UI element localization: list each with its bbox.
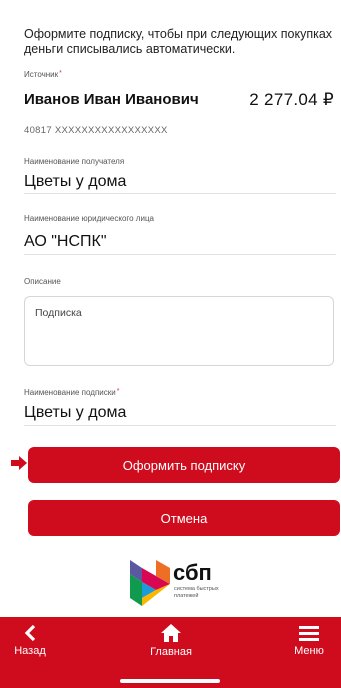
arrow-right-icon <box>11 456 27 470</box>
nav-home-label: Главная <box>150 646 192 658</box>
source-label-text: Источник <box>24 70 59 79</box>
nav-back-button[interactable]: Назад <box>8 624 52 657</box>
source-label: Источник* <box>24 70 62 79</box>
subscription-name-field[interactable]: Цветы у дома <box>24 404 336 422</box>
sbp-logo-mark <box>130 560 170 606</box>
recipient-field: Цветы у дома <box>24 173 127 190</box>
description-text: Подписка <box>35 307 82 319</box>
divider <box>24 193 336 194</box>
required-mark: * <box>116 388 120 395</box>
sbp-tagline-line-1: система быстрых <box>174 586 219 592</box>
description-textarea[interactable]: Подписка <box>24 296 334 366</box>
divider <box>24 254 336 255</box>
nav-menu-button[interactable]: Меню <box>287 625 331 657</box>
divider <box>24 425 336 426</box>
sbp-logo-name: сбп <box>173 560 212 585</box>
description-label: Описание <box>24 277 61 286</box>
source-account-holder[interactable]: Иванов Иван Иванович <box>24 91 199 108</box>
home-indicator <box>120 679 220 683</box>
subscription-name-label: Наименование подписки* <box>24 388 119 397</box>
required-mark: * <box>59 70 62 77</box>
nav-menu-label: Меню <box>294 645 324 657</box>
sbp-logo: сбп система быстрых платежей <box>128 558 238 610</box>
home-icon <box>161 624 181 642</box>
subscribe-button[interactable]: Оформить подписку <box>28 447 340 483</box>
source-balance: 2 277.04 ₽ <box>249 90 334 109</box>
legal-entity-field: АО "НСПК" <box>24 233 107 250</box>
recipient-label: Наименование получателя <box>24 157 125 166</box>
intro-text: Оформите подписку, чтобы при следующих п… <box>24 27 333 56</box>
sbp-tagline-line-2: платежей <box>174 592 199 599</box>
chevron-left-icon <box>24 624 36 642</box>
sbp-logo-tagline: система быстрых платежей <box>174 586 219 599</box>
source-account-number: 40817 XXXXXXXXXXXXXXXXX <box>24 125 168 136</box>
nav-back-label: Назад <box>14 645 46 657</box>
menu-icon <box>299 626 319 641</box>
bottom-navigation: Назад Главная Меню <box>0 617 341 688</box>
subscription-name-label-text: Наименование подписки <box>24 388 116 397</box>
cancel-button[interactable]: Отмена <box>28 500 340 536</box>
nav-home-button[interactable]: Главная <box>146 623 196 658</box>
legal-entity-label: Наименование юридического лица <box>24 214 154 223</box>
